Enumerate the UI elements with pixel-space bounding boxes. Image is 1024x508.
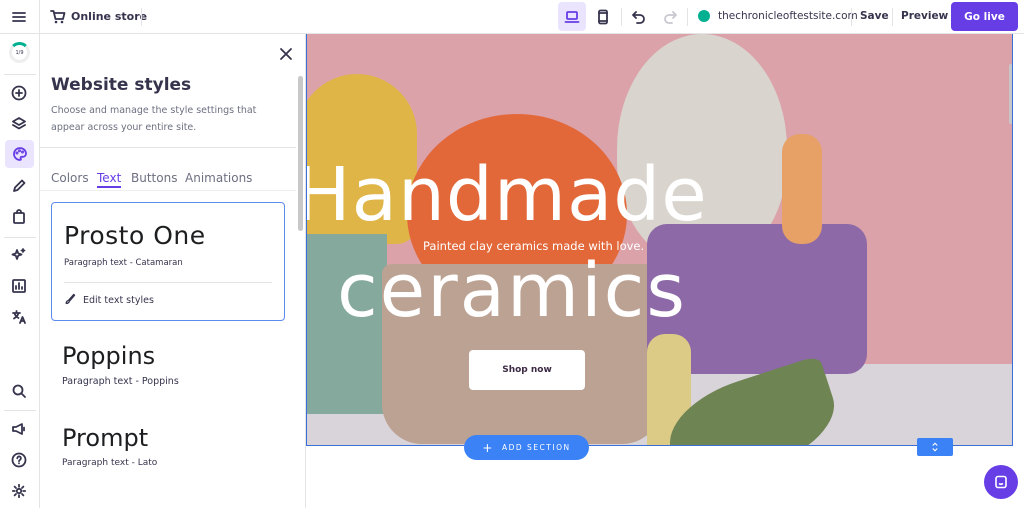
tab-colors[interactable]: Colors <box>51 171 89 185</box>
brush-icon <box>64 293 76 305</box>
progress-text: 1/9 <box>15 49 24 56</box>
font-card[interactable]: Poppins Paragraph text - Poppins <box>51 334 285 404</box>
font-paragraph: Paragraph text - Poppins <box>62 376 179 387</box>
add-section-label: ADD SECTION <box>501 443 571 452</box>
font-heading: Poppins <box>62 342 156 370</box>
font-card[interactable]: Prompt Paragraph text - Lato <box>51 416 285 486</box>
analytics-icon[interactable] <box>8 275 30 297</box>
store-label[interactable]: Online store <box>71 10 147 23</box>
plus-icon: + <box>482 440 494 455</box>
ai-sparkles-icon[interactable] <box>8 244 30 266</box>
save-button[interactable]: Save <box>860 10 889 22</box>
close-icon[interactable] <box>277 45 295 63</box>
undo-icon[interactable] <box>629 7 649 27</box>
chevron-up-down-icon <box>932 442 938 452</box>
go-live-button[interactable]: Go live <box>951 2 1018 31</box>
hero-heading-line1[interactable]: Handmade <box>307 152 708 238</box>
edit-text-styles-link[interactable]: Edit text styles <box>83 295 154 306</box>
chat-icon <box>995 475 1007 489</box>
tab-buttons[interactable]: Buttons <box>131 171 177 185</box>
panel-title: Website styles <box>51 75 192 95</box>
website-styles-panel: Website styles Choose and manage the sty… <box>40 34 306 508</box>
top-bar: Online store thechronicleoftestsite.com … <box>0 0 1024 34</box>
site-status-dot <box>698 10 710 22</box>
layers-icon[interactable] <box>8 113 30 135</box>
add-section-button[interactable]: + ADD SECTION <box>464 435 589 460</box>
tab-text[interactable]: Text <box>97 171 122 188</box>
chat-button[interactable] <box>984 465 1018 499</box>
hero-section[interactable]: Handmade Painted clay ceramics made with… <box>306 34 1013 446</box>
redo-icon[interactable] <box>660 7 680 27</box>
preview-button[interactable]: Preview <box>901 10 948 22</box>
shop-now-button[interactable]: Shop now <box>469 350 585 390</box>
palette-icon[interactable] <box>5 140 34 168</box>
hero-image <box>307 34 1012 445</box>
site-canvas: Handmade Painted clay ceramics made with… <box>306 34 1024 508</box>
help-icon[interactable] <box>8 449 30 471</box>
store-bag-icon[interactable] <box>8 206 30 228</box>
megaphone-icon[interactable] <box>8 418 30 440</box>
desktop-view-button[interactable] <box>558 2 586 31</box>
font-paragraph: Paragraph text - Catamaran <box>64 258 183 268</box>
left-rail: 1/9 <box>0 34 40 508</box>
site-domain[interactable]: thechronicleoftestsite.com <box>718 10 858 22</box>
font-heading: Prosto One <box>64 221 206 250</box>
mobile-view-button[interactable] <box>592 4 614 30</box>
cart-icon <box>50 9 66 25</box>
menu-icon[interactable] <box>8 6 30 28</box>
hero-heading-line2[interactable]: ceramics <box>337 248 687 334</box>
search-icon[interactable] <box>8 380 30 402</box>
pencil-icon[interactable] <box>8 175 30 197</box>
progress-ring[interactable]: 1/9 <box>9 42 30 63</box>
reorder-section-button[interactable] <box>917 438 953 456</box>
settings-icon[interactable] <box>8 480 30 502</box>
scrollbar[interactable] <box>298 76 303 231</box>
font-paragraph: Paragraph text - Lato <box>62 458 158 468</box>
add-element-icon[interactable] <box>8 82 30 104</box>
tab-animations[interactable]: Animations <box>185 171 252 185</box>
font-heading: Prompt <box>62 424 149 452</box>
translate-icon[interactable] <box>8 306 30 328</box>
panel-description: Choose and manage the style settings tha… <box>51 105 257 133</box>
font-card-selected[interactable]: Prosto One Paragraph text - Catamaran Ed… <box>51 202 285 321</box>
